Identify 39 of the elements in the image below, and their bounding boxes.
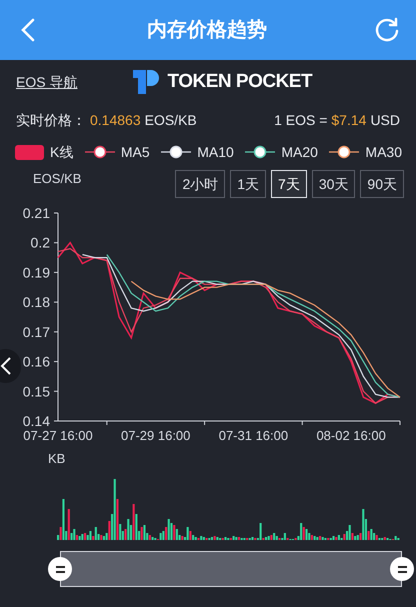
rate-currency: USD	[370, 110, 400, 130]
volume-unit-label: KB	[48, 451, 66, 467]
y-tick-label: 0.17	[22, 324, 50, 340]
legend-label: MA20	[281, 142, 318, 162]
page-title: 内存价格趋势	[147, 18, 267, 43]
y-tick-label: 0.16	[22, 354, 50, 370]
x-tick-label: 07-27 16:00	[23, 428, 93, 443]
slider-handle[interactable]	[390, 557, 414, 581]
rate-value: $7.14	[331, 110, 366, 130]
rate-label: 1 EOS =	[274, 110, 328, 130]
y-axis-label: EOS/KB	[33, 170, 82, 188]
logo-text: TOKEN POCKET	[167, 70, 312, 94]
legend-label: MA10	[197, 142, 234, 162]
legend-label: MA5	[120, 142, 150, 162]
range-tab[interactable]: 90天	[360, 170, 404, 198]
price-value: 0.14863	[90, 110, 141, 130]
range-tab[interactable]: 30天	[312, 170, 356, 198]
eos-nav-link[interactable]: EOS 导航	[16, 72, 78, 92]
y-tick-label: 0.18	[22, 294, 50, 310]
x-tick-label: 07-29 16:00	[121, 428, 190, 443]
y-tick-label: 0.21	[22, 205, 50, 221]
y-tick-label: 0.15	[22, 383, 50, 400]
range-tab[interactable]: 2小时	[175, 170, 226, 198]
y-tick-label: 0.14	[22, 413, 50, 429]
range-tab[interactable]: 7天	[271, 170, 307, 198]
range-tab[interactable]: 1天	[230, 170, 266, 198]
x-tick-label: 07-31 16:00	[218, 428, 288, 443]
y-tick-label: 0.19	[22, 264, 50, 280]
legend-label: K线	[50, 142, 74, 162]
slider-handle[interactable]	[48, 557, 72, 581]
logo-icon	[133, 70, 160, 94]
chevron-left-icon	[21, 18, 35, 42]
refresh-icon	[374, 17, 400, 43]
price-label: 实时价格：	[16, 110, 86, 130]
price-unit: EOS/KB	[144, 110, 197, 130]
x-tick-label: 08-02 16:00	[316, 428, 386, 443]
chevron-left-icon	[0, 356, 12, 376]
y-tick-label: 0.2	[30, 234, 50, 251]
legend-label: MA30	[365, 142, 402, 162]
